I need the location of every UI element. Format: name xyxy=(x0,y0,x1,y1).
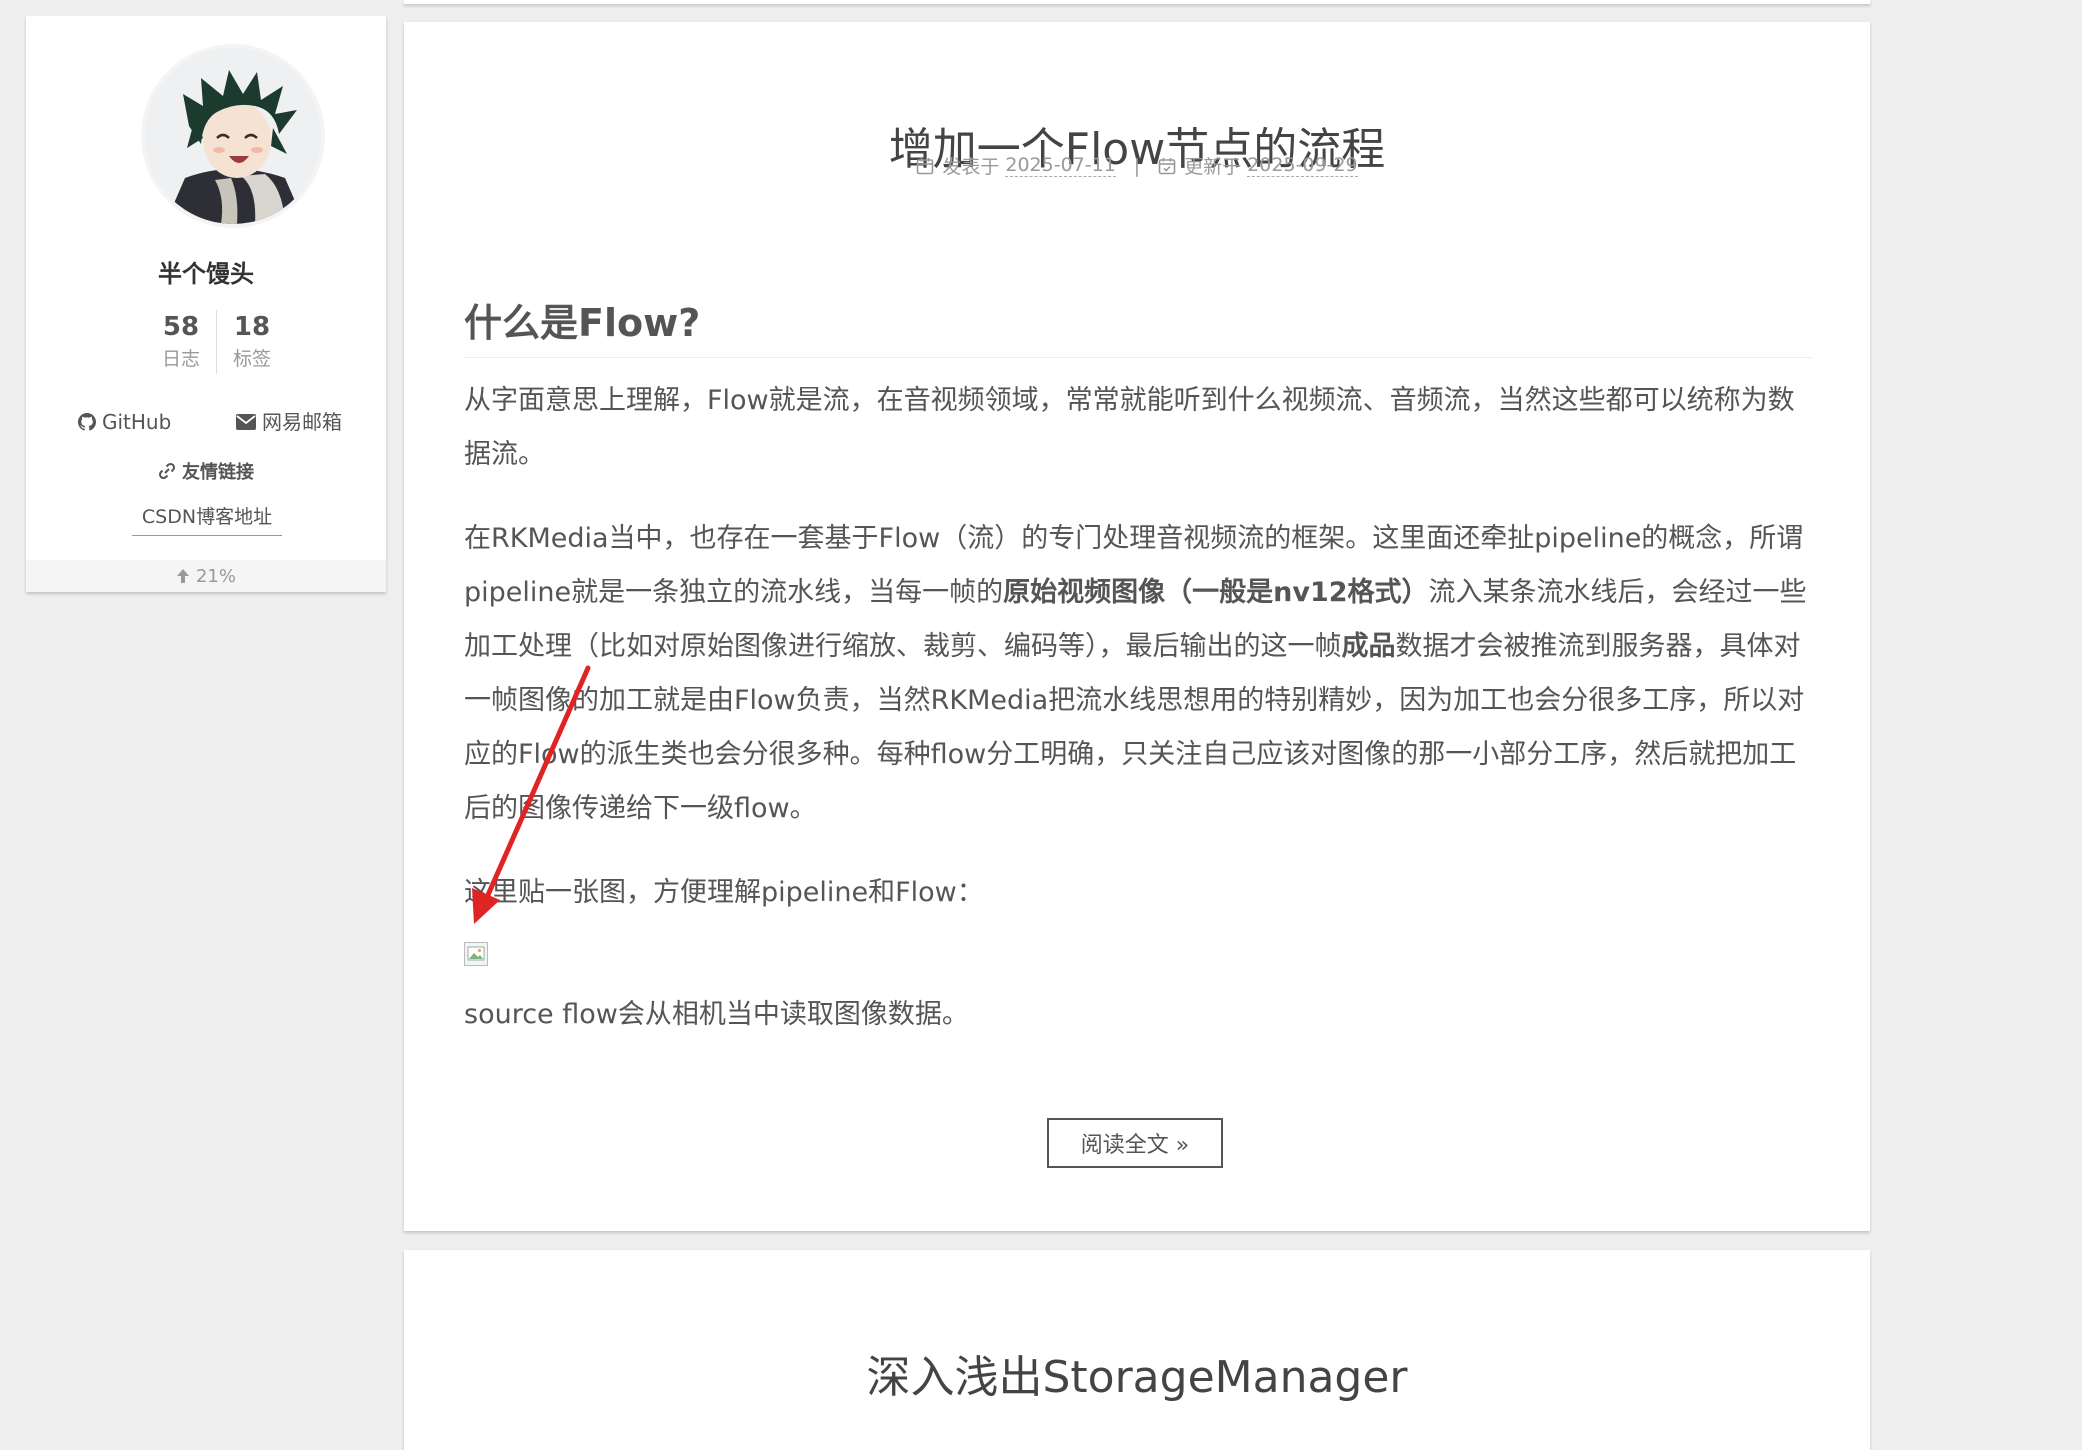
calendar-check-icon xyxy=(1158,157,1176,174)
read-more-button[interactable]: 阅读全文 » xyxy=(1047,1118,1223,1168)
post-excerpt: 什么是Flow? 从字面意思上理解，Flow就是流，在音视频领域，常常就能听到什… xyxy=(464,292,1812,1042)
sidebar: 半个馒头 58 日志 18 标签 GitHub 网易邮箱 友情链接 CSDN博客… xyxy=(26,16,386,592)
image-icon xyxy=(467,946,485,961)
posts-count: 58 xyxy=(162,312,200,342)
github-icon xyxy=(78,413,96,431)
post-title-link[interactable]: 深入浅出StorageManager xyxy=(404,1341,1870,1405)
social-links: GitHub 网易邮箱 xyxy=(26,406,386,438)
arrow-up-icon xyxy=(176,569,189,583)
paragraph: source flow会从相机当中读取图像数据。 xyxy=(464,999,969,1030)
bold-text: 成品 xyxy=(1341,631,1396,662)
bold-text: 原始视频图像（一般是nv12格式） xyxy=(1003,577,1429,608)
calendar-icon xyxy=(917,157,934,174)
previous-post-card-edge xyxy=(404,0,1870,4)
broken-image-icon xyxy=(464,942,488,966)
email-link-label: 网易邮箱 xyxy=(262,410,342,434)
envelope-icon xyxy=(236,414,256,430)
author-name: 半个馒头 xyxy=(158,260,254,288)
friend-links-title: 友情链接 xyxy=(26,458,386,484)
avatar-image xyxy=(145,48,321,224)
link-icon xyxy=(158,462,176,480)
paragraph: 这里贴一张图，方便理解pipeline和Flow： xyxy=(464,877,984,908)
friend-links-title-text: 友情链接 xyxy=(182,462,254,483)
published-label: 发表于 xyxy=(942,156,1000,178)
scroll-percent: 21% xyxy=(195,565,236,587)
tags-count-link[interactable]: 18 标签 xyxy=(216,310,287,374)
paragraph: 在RKMedia当中，也存在一套基于Flow（流）的专门处理音视频流的框架。这里… xyxy=(464,512,1812,836)
tags-count: 18 xyxy=(233,312,271,342)
post-card: 增加一个Flow节点的流程 发表于 2025-07-11 | 更新于 2025-… xyxy=(404,22,1870,1231)
email-link[interactable]: 网易邮箱 xyxy=(236,406,342,438)
avatar[interactable] xyxy=(141,44,325,228)
published-date: 2025-07-11 xyxy=(1005,154,1116,177)
github-link-label: GitHub xyxy=(102,410,172,434)
paragraph: 从字面意思上理解，Flow就是流，在音视频领域，常常就能听到什么视频流、音频流，… xyxy=(464,385,1795,470)
tags-label: 标签 xyxy=(232,348,271,370)
back-to-top-button[interactable]: 21% xyxy=(26,560,386,592)
github-link[interactable]: GitHub xyxy=(78,406,171,438)
posts-label: 日志 xyxy=(161,348,200,370)
section-heading: 什么是Flow? xyxy=(464,292,1812,358)
meta-divider: | xyxy=(1133,154,1141,177)
site-stats: 58 日志 18 标签 xyxy=(26,310,386,380)
posts-count-link[interactable]: 58 日志 xyxy=(146,310,216,374)
csdn-blog-link[interactable]: CSDN博客地址 xyxy=(132,502,282,536)
updated-date: 2025-09-29 xyxy=(1247,154,1358,177)
post-card: 深入浅出StorageManager xyxy=(404,1250,1870,1450)
updated-label: 更新于 xyxy=(1184,156,1242,178)
post-meta: 发表于 2025-07-11 | 更新于 2025-09-29 xyxy=(404,152,1870,179)
